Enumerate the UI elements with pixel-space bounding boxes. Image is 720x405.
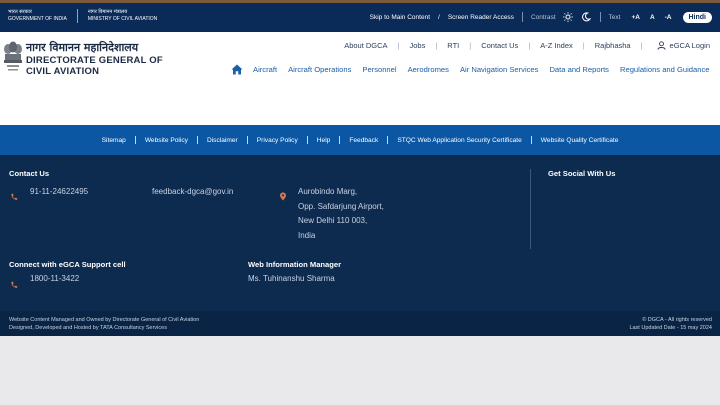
divider: [246, 136, 248, 144]
rti-link[interactable]: RTI: [447, 41, 459, 50]
address-line-3: New Delhi 110 003,: [298, 216, 368, 225]
address-line-4: India: [298, 231, 316, 240]
divider: [530, 169, 531, 249]
stqc-certificate-link[interactable]: STQC Web Application Security Certificat…: [397, 137, 521, 144]
rajbhasha-link[interactable]: Rajbhasha: [595, 41, 631, 50]
help-link[interactable]: Help: [317, 137, 331, 144]
about-dgca-link[interactable]: About DGCA: [344, 41, 387, 50]
egca-support-heading: Connect with eGCA Support cell: [9, 260, 126, 269]
separator-slash: /: [438, 13, 440, 21]
divider: |: [640, 41, 643, 50]
support-phone[interactable]: 1800-11-3422: [30, 274, 79, 283]
website-quality-certificate-link[interactable]: Website Quality Certificate: [541, 137, 619, 144]
copyright-bar: Website Content Managed and Owned by Dir…: [0, 311, 720, 336]
home-icon[interactable]: [231, 64, 243, 75]
nav-item-aircraft[interactable]: Aircraft: [253, 65, 277, 74]
moon-icon[interactable]: [580, 11, 592, 23]
main-navigation: Aircraft Aircraft Operations Personnel A…: [231, 64, 710, 75]
nav-item-air-navigation-services[interactable]: Air Navigation Services: [460, 65, 539, 74]
content-owner-text: Website Content Managed and Owned by Dir…: [9, 317, 200, 323]
a-z-index-link[interactable]: A-Z Index: [540, 41, 573, 50]
divider: |: [469, 41, 472, 50]
privacy-policy-link[interactable]: Privacy Policy: [257, 137, 298, 144]
sitemap-link[interactable]: Sitemap: [102, 137, 126, 144]
divider: [76, 9, 78, 23]
contact-email[interactable]: feedback-dgca@gov.in: [152, 187, 233, 196]
divider: [530, 136, 532, 144]
user-icon: [656, 41, 666, 50]
divider: [306, 136, 308, 144]
ministry-english-label: MINISTRY OF CIVIL AVIATION: [87, 16, 158, 22]
divider: |: [435, 41, 438, 50]
divider: |: [397, 41, 400, 50]
utility-links: About DGCA | Jobs | RTI | Contact Us | A…: [344, 41, 710, 50]
divider: |: [528, 41, 531, 50]
contact-us-heading: Contact Us: [9, 169, 50, 178]
divider: [599, 12, 601, 22]
divider: [387, 136, 389, 144]
government-of-india-label[interactable]: भारत सरकार GOVERNMENT OF INDIA: [8, 9, 67, 23]
ministry-label[interactable]: नागर विमानन मंत्रालय MINISTRY OF CIVIL A…: [88, 9, 157, 23]
divider: [196, 136, 198, 144]
egca-login-link[interactable]: eGCA Login: [656, 41, 710, 50]
gov-english-label: GOVERNMENT OF INDIA: [8, 16, 67, 22]
nav-item-personnel[interactable]: Personnel: [362, 65, 396, 74]
contact-us-link[interactable]: Contact Us: [481, 41, 518, 50]
sun-icon[interactable]: [562, 11, 574, 23]
nav-item-data-and-reports[interactable]: Data and Reports: [549, 65, 609, 74]
screen-reader-access-link[interactable]: Screen Reader Access: [448, 14, 514, 21]
font-decrease-button[interactable]: -A: [665, 14, 672, 21]
contrast-label: Contrast: [530, 13, 556, 21]
divider: [339, 136, 341, 144]
org-name-english-line2: CIVIL AVIATION: [26, 66, 100, 77]
website-policy-link[interactable]: Website Policy: [145, 137, 188, 144]
divider: [134, 136, 136, 144]
skip-to-main-content-link[interactable]: Skip to Main Content: [370, 14, 430, 21]
disclaimer-link[interactable]: Disclaimer: [207, 137, 238, 144]
accessibility-controls: Skip to Main Content / Screen Reader Acc…: [370, 11, 712, 23]
web-information-manager-name: Ms. Tuhinanshu Sharma: [248, 274, 335, 283]
feedback-link[interactable]: Feedback: [349, 137, 378, 144]
contact-phone[interactable]: 91-11-24622495: [30, 187, 88, 196]
gov-hindi-label: भारत सरकार: [8, 9, 32, 15]
developer-text: Designed, Developed and Hosted by TATA C…: [9, 325, 167, 331]
ministry-hindi-label: नागर विमानन मंत्रालय: [87, 9, 128, 15]
phone-icon: [10, 276, 18, 288]
org-name-hindi: नागर विमानन महानिदेशालय: [26, 41, 139, 54]
web-information-manager-heading: Web Information Manager: [248, 260, 342, 269]
hindi-language-button[interactable]: Hindi: [682, 11, 712, 23]
government-top-bar: भारत सरकार GOVERNMENT OF INDIA नागर विमा…: [0, 0, 720, 32]
social-heading: Get Social With Us: [548, 169, 616, 178]
gov-branding: भारत सरकार GOVERNMENT OF INDIA नागर विमा…: [8, 9, 157, 23]
address-line-2: Opp. Safdarjung Airport,: [298, 202, 384, 211]
last-updated-text: Last Updated Date - 15 may 2024: [629, 325, 712, 331]
divider: |: [582, 41, 585, 50]
nav-item-aerodromes[interactable]: Aerodromes: [408, 65, 449, 74]
jobs-link[interactable]: Jobs: [410, 41, 426, 50]
text-size-label: Text: [608, 13, 621, 21]
phone-icon: [10, 188, 18, 200]
org-name-english-line1: DIRECTORATE GENERAL OF: [26, 55, 163, 66]
address-line-1: Aurobindo Marg,: [298, 187, 358, 196]
nav-item-regulations-and-guidance[interactable]: Regulations and Guidance: [620, 65, 710, 74]
location-pin-icon: [279, 188, 287, 201]
copyright-text: © DGCA - All rights reserved: [642, 317, 712, 323]
footer-link-bar: Sitemap Website Policy Disclaimer Privac…: [0, 125, 720, 155]
divider: [521, 12, 523, 22]
site-header: नागर विमानन महानिदेशालय DIRECTORATE GENE…: [0, 32, 720, 125]
font-normal-button[interactable]: A: [650, 14, 655, 21]
page: भारत सरकार GOVERNMENT OF INDIA नागर विमा…: [0, 0, 720, 405]
egca-login-label: eGCA Login: [669, 41, 710, 50]
emblem-logo[interactable]: [2, 40, 24, 78]
site-footer: Contact Us 91-11-24622495 feedback-dgca@…: [0, 155, 720, 311]
font-increase-button[interactable]: +A: [631, 14, 640, 21]
nav-item-aircraft-operations[interactable]: Aircraft Operations: [288, 65, 351, 74]
